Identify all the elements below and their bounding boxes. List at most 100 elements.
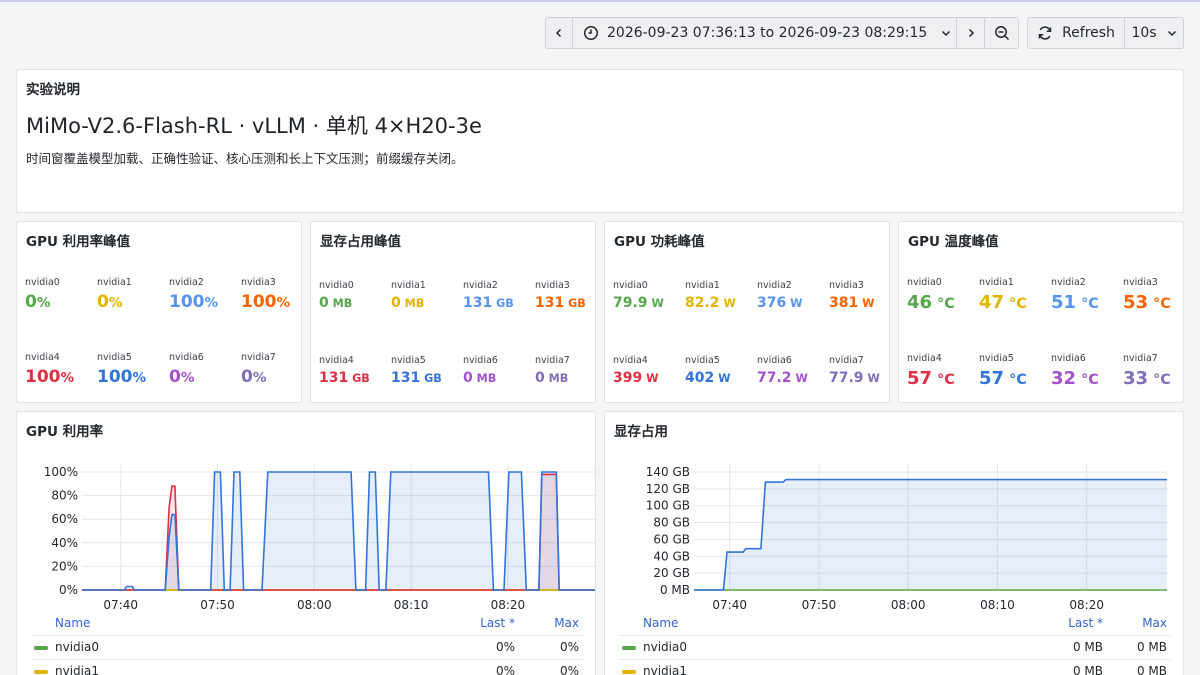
stat-nvidia3: nvidia3 53 °C — [1123, 277, 1183, 313]
legend-header-last[interactable]: Last * — [1068, 616, 1103, 630]
legend-header-name[interactable]: Name — [55, 616, 90, 630]
stat-number: 82.2 — [685, 295, 720, 311]
stat-number: 77.9 — [829, 370, 864, 386]
stat-nvidia5: nvidia5 402 W — [685, 355, 757, 386]
legend-header-last[interactable]: Last * — [480, 616, 515, 630]
stat-number: 402 — [685, 370, 715, 386]
stat-unit: MB — [328, 297, 353, 310]
legend-item-name[interactable]: nvidia1 — [643, 664, 687, 675]
time-picker-group: 2026-09-23 07:36:13 to 2026-09-23 08:29:… — [545, 17, 1019, 49]
stat-label: nvidia0 — [319, 280, 354, 291]
refresh-toolbar: Refresh 10s — [1027, 17, 1184, 49]
stat-value: 0% — [97, 292, 169, 312]
stat-label: nvidia6 — [1051, 353, 1086, 364]
y-tick-label: 80% — [51, 489, 78, 503]
legend-item-last: 0% — [495, 640, 515, 654]
time-range-text: 2026-09-23 07:36:13 to 2026-09-23 08:29:… — [607, 25, 928, 41]
stat-value: 57 °C — [907, 368, 979, 389]
refresh-interval-select[interactable]: 10s — [1125, 18, 1183, 48]
stat-label: nvidia3 — [829, 280, 864, 291]
refresh-button[interactable]: Refresh — [1028, 18, 1125, 48]
y-tick-label: 100% — [44, 465, 78, 479]
stat-number: 131 — [391, 370, 421, 386]
stat-value: 53 °C — [1123, 292, 1183, 313]
stat-unit: W — [791, 372, 808, 385]
time-shift-back-button[interactable] — [546, 18, 573, 48]
y-tick-label: 60 GB — [653, 532, 690, 546]
stat-label: nvidia3 — [535, 280, 570, 291]
refresh-group: Refresh 10s — [1027, 17, 1184, 49]
memory-chart[interactable]: 0 MB 20 GB 40 GB 60 GB 80 GB 100 GB 120 GB 140 … — [605, 412, 1184, 612]
legend-item-name[interactable]: nvidia1 — [55, 664, 99, 675]
stat-value: 0 MB — [319, 295, 391, 311]
chevron-down-icon — [942, 30, 951, 37]
stat-number: 57 — [907, 368, 933, 389]
stat-label: nvidia6 — [169, 352, 204, 363]
stat-nvidia0: nvidia0 46 °C — [907, 277, 979, 313]
time-shift-forward-button[interactable] — [957, 18, 985, 48]
stat-unit: GB — [348, 372, 370, 385]
legend-item-max: 0 MB — [1136, 664, 1167, 675]
stat-number: 0 — [169, 367, 181, 387]
legend-item-name[interactable]: nvidia0 — [643, 640, 687, 654]
top-accent-line — [0, 0, 1200, 2]
stat-label: nvidia1 — [391, 280, 426, 291]
stat-unit: W — [858, 297, 875, 310]
legend-item-last: 0 MB — [1072, 640, 1103, 654]
time-range-picker[interactable]: 2026-09-23 07:36:13 to 2026-09-23 08:29:… — [573, 18, 957, 48]
stat-nvidia0: nvidia0 79.9 W — [613, 280, 685, 311]
legend-header-max[interactable]: Max — [554, 616, 579, 630]
stat-unit: MB — [544, 372, 569, 385]
legend-item-max: 0% — [559, 664, 579, 675]
stat-value: 0 MB — [391, 295, 463, 311]
zoom-out-button[interactable] — [985, 18, 1018, 48]
stat-label: nvidia0 — [907, 277, 942, 288]
stat-label: nvidia2 — [1051, 277, 1086, 288]
stat-value: 51 °C — [1051, 292, 1123, 313]
stat-unit: GB — [492, 297, 514, 310]
x-tick-label: 08:10 — [980, 598, 1015, 612]
stat-number: 100 — [25, 367, 61, 387]
stat-value: 33 °C — [1123, 368, 1183, 389]
stat-label: nvidia5 — [979, 353, 1014, 364]
stat-value: 131 GB — [535, 295, 595, 311]
stat-nvidia4: nvidia4 100% — [25, 352, 97, 387]
stat-unit: °C — [1148, 296, 1171, 312]
stat-nvidia5: nvidia5 100% — [97, 352, 169, 387]
legend-divider — [31, 659, 583, 660]
legend-header-max[interactable]: Max — [1142, 616, 1167, 630]
x-tick-label: 07:40 — [103, 598, 138, 612]
stat-number: 32 — [1051, 368, 1077, 389]
stat-value: 100% — [97, 367, 169, 387]
stat-number: 51 — [1051, 292, 1077, 313]
panel-title: GPU 温度峰值 — [908, 234, 999, 250]
stat-nvidia7: nvidia7 77.9 W — [829, 355, 889, 386]
stat-value: 131 GB — [319, 370, 391, 386]
stat-unit: W — [647, 297, 664, 310]
experiment-description: 时间窗覆盖模型加载、正确性验证、核心压测和长上下文压测；前缀缓存关闭。 — [26, 151, 464, 166]
series-area-nvidia5 — [82, 472, 595, 590]
stat-nvidia7: nvidia7 0% — [241, 352, 301, 387]
legend-swatch — [622, 670, 636, 674]
stat-number: 399 — [613, 370, 643, 386]
stat-unit: W — [642, 372, 659, 385]
legend-divider — [619, 659, 1171, 660]
stat-value: 77.2 W — [757, 370, 829, 386]
stat-value: 47 °C — [979, 292, 1051, 313]
stat-label: nvidia7 — [535, 355, 570, 366]
stat-number: 47 — [979, 292, 1005, 313]
legend-item-name[interactable]: nvidia0 — [55, 640, 99, 654]
y-tick-label: 0% — [59, 583, 78, 597]
stat-unit: MB — [472, 372, 497, 385]
legend-header-name[interactable]: Name — [643, 616, 678, 630]
stat-number: 376 — [757, 295, 787, 311]
stat-value: 57 °C — [979, 368, 1051, 389]
panel-title: GPU 功耗峰值 — [614, 234, 705, 250]
stat-number: 0 — [391, 295, 401, 311]
stat-unit: °C — [1148, 372, 1171, 388]
stat-unit: % — [276, 295, 291, 311]
panel-title: 实验说明 — [26, 82, 80, 98]
stat-unit: MB — [400, 297, 425, 310]
gpu-util-chart[interactable]: 0% 20% 40% 60% 80% 100% 07:40 07:50 08:00 08:10 08… — [17, 412, 596, 612]
stat-number: 0 — [241, 367, 253, 387]
